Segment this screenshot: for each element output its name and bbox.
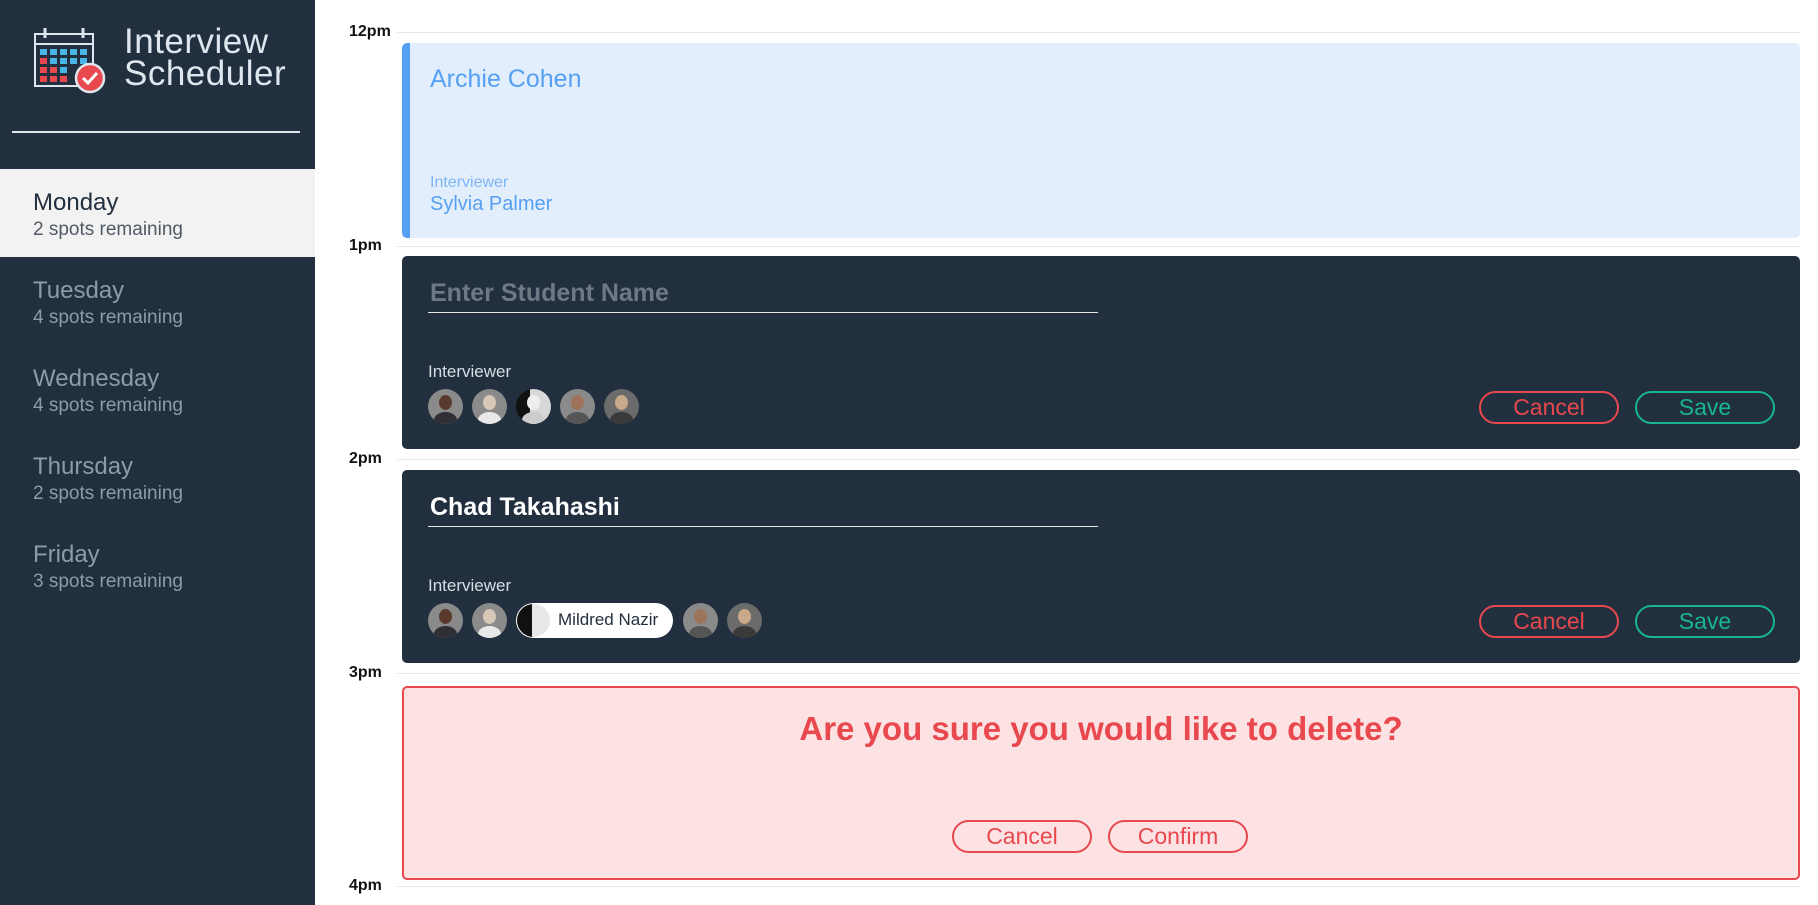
cancel-button[interactable]: Cancel [952, 820, 1092, 853]
cancel-button[interactable]: Cancel [1479, 605, 1619, 638]
day-name: Tuesday [33, 277, 125, 304]
interviewer-avatar[interactable] [428, 389, 463, 424]
time-divider [397, 886, 1800, 887]
day-item-tuesday[interactable]: Tuesday 4 spots remaining [0, 257, 315, 345]
interviewer-avatar[interactable] [472, 603, 507, 638]
day-item-wednesday[interactable]: Wednesday 4 spots remaining [0, 345, 315, 433]
time-label: 4pm [349, 877, 382, 894]
day-spots: 4 spots remaining [33, 395, 183, 416]
schedule: 12pm 1pm 2pm 3pm 4pm Archie Cohen Interv… [315, 0, 1818, 905]
sidebar: Interview Scheduler Monday 2 spots remai… [0, 0, 315, 905]
interviewer-name: Sylvia Palmer [430, 193, 553, 215]
interviewer-avatar [517, 604, 550, 637]
interviewer-avatar[interactable] [560, 389, 595, 424]
appointment-form-create: Interviewer Cancel Save [402, 256, 1800, 449]
time-label: 3pm [349, 664, 382, 681]
interviewer-label: Interviewer [430, 174, 509, 191]
interviewer-avatar[interactable] [428, 603, 463, 638]
day-item-thursday[interactable]: Thursday 2 spots remaining [0, 433, 315, 521]
appointment-form-edit: Interviewer Mildred Nazir Cancel Save [402, 470, 1800, 663]
interviewer-avatar[interactable] [472, 389, 507, 424]
app-title: Interview Scheduler [124, 24, 287, 93]
app-title-line2: Scheduler [124, 54, 287, 93]
day-name: Friday [33, 541, 100, 568]
confirm-button[interactable]: Confirm [1108, 820, 1248, 853]
time-label: 12pm [349, 23, 391, 40]
time-label: 2pm [349, 450, 382, 467]
cancel-button[interactable]: Cancel [1479, 391, 1619, 424]
interviewer-selected[interactable]: Mildred Nazir [516, 603, 673, 638]
interviewer-avatar[interactable] [516, 389, 551, 424]
appointment-card[interactable]: Archie Cohen Interviewer Sylvia Palmer [402, 43, 1800, 238]
day-spots: 3 spots remaining [33, 571, 183, 592]
interviewer-avatar[interactable] [604, 389, 639, 424]
day-spots: 4 spots remaining [33, 307, 183, 328]
time-divider [397, 246, 1800, 247]
delete-confirmation: Are you sure you would like to delete? C… [402, 686, 1800, 880]
save-button[interactable]: Save [1635, 391, 1775, 424]
save-button[interactable]: Save [1635, 605, 1775, 638]
interviewer-name: Mildred Nazir [558, 610, 659, 629]
interviewer-avatar[interactable] [683, 603, 718, 638]
time-label: 1pm [349, 237, 382, 254]
time-divider [397, 673, 1800, 674]
day-name: Thursday [33, 453, 134, 480]
calendar-check-icon [34, 28, 106, 94]
interviewer-avatar[interactable] [727, 603, 762, 638]
day-spots: 2 spots remaining [33, 219, 183, 240]
day-spots: 2 spots remaining [33, 483, 183, 504]
day-name: Monday [33, 189, 119, 216]
day-item-monday[interactable]: Monday 2 spots remaining [0, 169, 315, 257]
day-item-friday[interactable]: Friday 3 spots remaining [0, 521, 315, 609]
time-divider [397, 32, 1800, 33]
student-name-input[interactable] [428, 492, 1098, 527]
day-name: Wednesday [33, 365, 160, 392]
student-name-input[interactable] [428, 278, 1098, 313]
student-name: Archie Cohen [430, 65, 582, 93]
sidebar-divider [12, 131, 300, 133]
interviewer-label: Interviewer [428, 362, 512, 381]
interviewer-label: Interviewer [428, 576, 512, 595]
confirm-message: Are you sure you would like to delete? [799, 710, 1403, 747]
time-divider [397, 459, 1800, 460]
